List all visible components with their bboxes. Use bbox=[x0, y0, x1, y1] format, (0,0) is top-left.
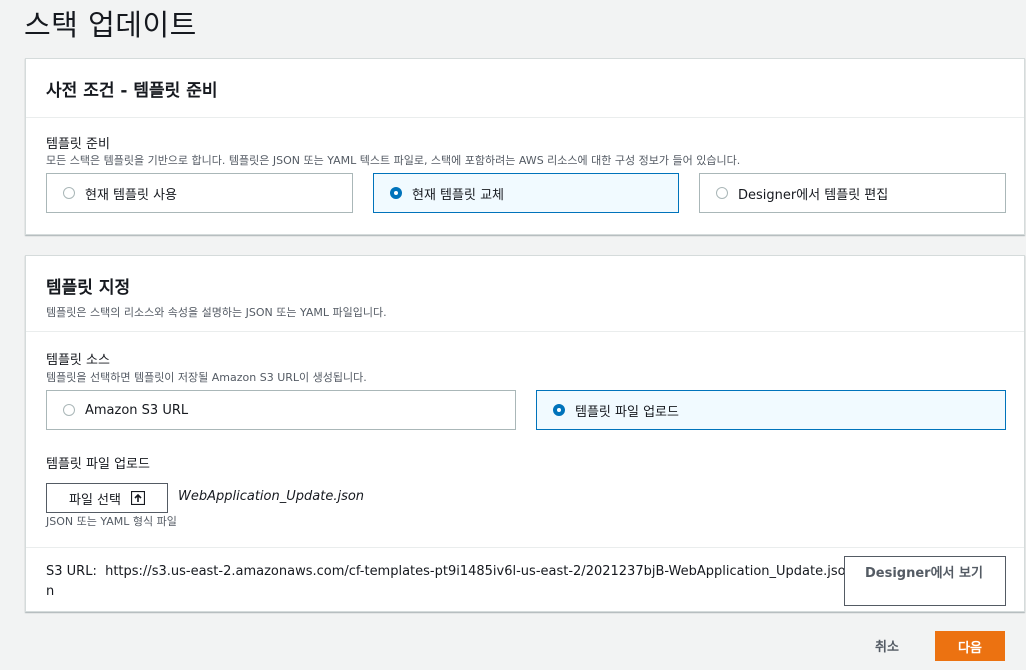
option-label: Designer에서 템플릿 편집 bbox=[738, 187, 889, 203]
option-amazon-s3-url[interactable]: Amazon S3 URL bbox=[46, 390, 516, 430]
option-upload-template-file[interactable]: 템플릿 파일 업로드 bbox=[536, 390, 1006, 430]
choose-file-label: 파일 선택 bbox=[69, 492, 121, 508]
s3-url-text: S3 URL: https://s3.us-east-2.amazonaws.c… bbox=[46, 562, 846, 602]
view-in-designer-button[interactable]: Designer에서 보기 bbox=[844, 556, 1006, 606]
s3-url-value: https://s3.us-east-2.amazonaws.com/cf-te… bbox=[46, 564, 846, 599]
cancel-button[interactable]: 취소 bbox=[875, 636, 899, 655]
option-replace-current-template[interactable]: 현재 템플릿 교체 bbox=[373, 173, 679, 213]
template-spec-desc: 템플릿은 스택의 리소스와 속성을 설명하는 JSON 또는 YAML 파일입니… bbox=[46, 306, 387, 319]
prepare-template-desc: 모든 스택은 템플릿을 기반으로 합니다. 템플릿은 JSON 또는 YAML … bbox=[46, 154, 741, 167]
next-button[interactable]: 다음 bbox=[935, 631, 1005, 661]
radio-amazon-s3-url[interactable] bbox=[63, 404, 75, 416]
option-label: 템플릿 파일 업로드 bbox=[575, 404, 679, 420]
option-label: 현재 템플릿 사용 bbox=[85, 187, 177, 203]
upload-icon bbox=[130, 491, 145, 505]
option-edit-in-designer[interactable]: Designer에서 템플릿 편집 bbox=[699, 173, 1006, 213]
page-title: 스택 업데이트 bbox=[24, 8, 197, 42]
template-source-label: 템플릿 소스 bbox=[46, 353, 110, 368]
selected-file-name: WebApplication_Update.json bbox=[178, 489, 365, 504]
template-spec-header: 템플릿 지정 템플릿은 스택의 리소스와 속성을 설명하는 JSON 또는 YA… bbox=[26, 256, 1024, 332]
prepare-template-label: 템플릿 준비 bbox=[46, 137, 110, 152]
s3-url-label: S3 URL: bbox=[46, 564, 97, 579]
prerequisite-panel: 사전 조건 - 템플릿 준비 템플릿 준비 모든 스택은 템플릿을 기반으로 합… bbox=[25, 58, 1025, 235]
radio-upload-template-file[interactable] bbox=[553, 404, 565, 416]
option-label: 현재 템플릿 교체 bbox=[412, 187, 504, 203]
option-use-current-template[interactable]: 현재 템플릿 사용 bbox=[46, 173, 353, 213]
radio-edit-in-designer[interactable] bbox=[716, 187, 728, 199]
prerequisite-title: 사전 조건 - 템플릿 준비 bbox=[46, 81, 218, 101]
radio-use-current-template[interactable] bbox=[63, 187, 75, 199]
file-format-hint: JSON 또는 YAML 형식 파일 bbox=[46, 515, 177, 528]
option-label: Amazon S3 URL bbox=[85, 402, 189, 418]
template-spec-title: 템플릿 지정 bbox=[46, 278, 131, 298]
s3-url-row: S3 URL: https://s3.us-east-2.amazonaws.c… bbox=[26, 547, 1024, 617]
template-spec-panel: 템플릿 지정 템플릿은 스택의 리소스와 속성을 설명하는 JSON 또는 YA… bbox=[25, 255, 1025, 612]
upload-template-label: 템플릿 파일 업로드 bbox=[46, 457, 150, 472]
radio-replace-current-template[interactable] bbox=[390, 187, 402, 199]
template-source-desc: 템플릿을 선택하면 템플릿이 저장될 Amazon S3 URL이 생성됩니다. bbox=[46, 371, 367, 384]
choose-file-button[interactable]: 파일 선택 bbox=[46, 483, 168, 513]
prerequisite-header: 사전 조건 - 템플릿 준비 bbox=[26, 59, 1024, 118]
